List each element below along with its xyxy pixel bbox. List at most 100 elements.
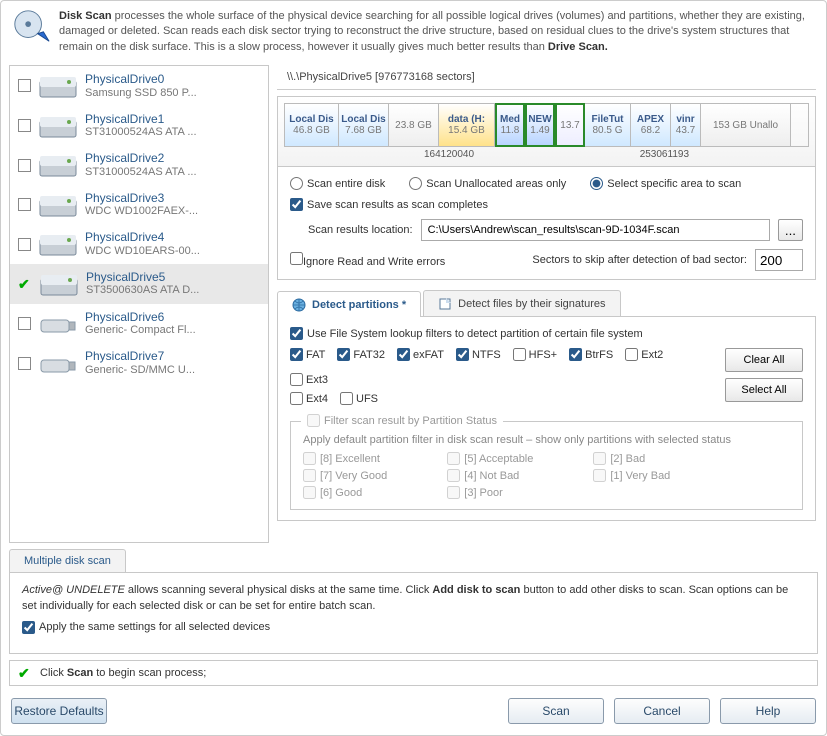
status-option[interactable]: [7] Very Good: [303, 469, 387, 482]
radio-entire-disk[interactable]: Scan entire disk: [290, 177, 385, 190]
select-all-button[interactable]: Select All: [725, 378, 803, 402]
tick-start: 164120040: [424, 149, 474, 160]
apply-same-settings-checkbox[interactable]: Apply the same settings for all selected…: [22, 620, 270, 635]
tab-multiple-disk-scan[interactable]: Multiple disk scan: [9, 549, 126, 572]
status-option[interactable]: [2] Bad: [593, 452, 670, 465]
drive-name: PhysicalDrive3: [85, 191, 198, 205]
drive-model: WDC WD10EARS-00...: [85, 245, 200, 258]
drive-model: Generic- SD/MMC U...: [85, 364, 195, 377]
header-description: Disk Scan processes the whole surface of…: [1, 1, 826, 63]
hard-drive-icon: [39, 231, 77, 257]
fs-fat32-checkbox[interactable]: FAT32: [337, 348, 385, 361]
drive-item-2[interactable]: PhysicalDrive2ST31000524AS ATA ...: [10, 145, 268, 185]
status-filter-hint: Apply default partition filter in disk s…: [303, 434, 790, 446]
browse-button[interactable]: ...: [778, 219, 803, 241]
restore-defaults-button[interactable]: Restore Defaults: [11, 698, 107, 724]
partition-cell[interactable]: 13.7: [555, 103, 585, 147]
drive-item-4[interactable]: PhysicalDrive4WDC WD10EARS-00...: [10, 224, 268, 264]
scan-location-input[interactable]: [421, 219, 770, 241]
partition-cell[interactable]: Local Dis46.8 GB: [285, 104, 339, 146]
drive-name: PhysicalDrive0: [85, 72, 197, 86]
multiple-disk-scan-body: Active@ UNDELETE allows scanning several…: [9, 572, 818, 654]
status-option[interactable]: [5] Acceptable: [447, 452, 533, 465]
fs-ext2-checkbox[interactable]: Ext2: [625, 348, 663, 361]
cancel-button[interactable]: Cancel: [614, 698, 710, 724]
drive-checkbox[interactable]: [18, 79, 31, 92]
disk-scan-icon: [11, 7, 51, 47]
partition-cell[interactable]: Local Dis7.68 GB: [339, 104, 389, 146]
partition-cell[interactable]: data (H:15.4 GB: [439, 104, 495, 146]
drive-model: Samsung SSD 850 P...: [85, 87, 197, 100]
drive-path: \\.\PhysicalDrive5 [976773168 sectors]: [277, 65, 816, 90]
partition-cell[interactable]: 23.8 GB: [389, 104, 439, 146]
status-option[interactable]: [4] Not Bad: [447, 469, 533, 482]
fs-ext3-checkbox[interactable]: Ext3: [290, 373, 328, 386]
ignore-errors-checkbox[interactable]: Ignore Read and Write errors: [290, 252, 445, 268]
drive-name: PhysicalDrive5: [86, 270, 199, 284]
drive-item-3[interactable]: PhysicalDrive3WDC WD1002FAEX-...: [10, 185, 268, 225]
fs-ext4-checkbox[interactable]: Ext4: [290, 392, 328, 405]
scan-mode-row: Scan entire disk Scan Unallocated areas …: [290, 177, 803, 190]
skip-sectors-input[interactable]: [755, 249, 803, 271]
tab-detect-partitions[interactable]: Detect partitions *: [277, 291, 421, 317]
drive-model: ST3500630AS ATA D...: [86, 284, 199, 297]
partition-cell[interactable]: APEX68.2: [631, 104, 671, 146]
usb-drive-icon: [39, 350, 77, 376]
fs-ufs-checkbox[interactable]: UFS: [340, 392, 378, 405]
drive-model: Generic- Compact Fl...: [85, 324, 196, 337]
drive-name: PhysicalDrive7: [85, 349, 195, 363]
fs-fat-checkbox[interactable]: FAT: [290, 348, 325, 361]
status-option[interactable]: [8] Excellent: [303, 452, 387, 465]
hard-drive-icon: [40, 271, 78, 297]
status-option[interactable]: [1] Very Bad: [593, 469, 670, 482]
status-option[interactable]: [6] Good: [303, 486, 387, 499]
drive-item-1[interactable]: PhysicalDrive1ST31000524AS ATA ...: [10, 106, 268, 146]
help-button[interactable]: Help: [720, 698, 816, 724]
clear-all-button[interactable]: Clear All: [725, 348, 803, 372]
drive-checkbox[interactable]: [18, 119, 31, 132]
scan-location-label: Scan results location:: [308, 224, 413, 236]
check-icon: [18, 666, 32, 680]
drive-item-7[interactable]: PhysicalDrive7Generic- SD/MMC U...: [10, 343, 268, 383]
partition-cell[interactable]: FileTut80.5 G: [585, 104, 631, 146]
drive-item-6[interactable]: PhysicalDrive6Generic- Compact Fl...: [10, 304, 268, 344]
drive-item-5[interactable]: PhysicalDrive5ST3500630AS ATA D...: [10, 264, 268, 304]
drive-list[interactable]: PhysicalDrive0Samsung SSD 850 P...Physic…: [9, 65, 269, 543]
status-filter-checkbox[interactable]: [307, 414, 320, 427]
drive-checkbox[interactable]: [18, 198, 31, 211]
status-option[interactable]: [3] Poor: [447, 486, 533, 499]
partition-cell[interactable]: vinr43.7: [671, 104, 701, 146]
drive-name: PhysicalDrive2: [85, 151, 197, 165]
hard-drive-icon: [39, 152, 77, 178]
drive-name: PhysicalDrive4: [85, 230, 200, 244]
fs-hfs+-checkbox[interactable]: HFS+: [513, 348, 557, 361]
partition-map[interactable]: Local Dis46.8 GBLocal Dis7.68 GB23.8 GBd…: [277, 96, 816, 167]
scan-button[interactable]: Scan: [508, 698, 604, 724]
fs-btrfs-checkbox[interactable]: BtrFS: [569, 348, 613, 361]
usb-drive-icon: [39, 310, 77, 336]
partition-cell[interactable]: NEW1.49: [525, 103, 555, 147]
partition-cell[interactable]: 153 GB Unallo: [701, 104, 791, 146]
hard-drive-icon: [39, 73, 77, 99]
fs-ntfs-checkbox[interactable]: NTFS: [456, 348, 501, 361]
partition-cell[interactable]: Med11.8: [495, 103, 525, 147]
drive-name: PhysicalDrive6: [85, 310, 196, 324]
drive-item-0[interactable]: PhysicalDrive0Samsung SSD 850 P...: [10, 66, 268, 106]
drive-checkbox[interactable]: [18, 317, 31, 330]
use-fs-filters-checkbox[interactable]: Use File System lookup filters to detect…: [290, 327, 643, 340]
hard-drive-icon: [39, 113, 77, 139]
drive-checkbox[interactable]: [18, 357, 31, 370]
drive-checkbox[interactable]: [18, 238, 31, 251]
radio-specific-area[interactable]: Select specific area to scan: [590, 177, 741, 190]
save-results-checkbox[interactable]: Save scan results as scan completes: [290, 198, 488, 211]
skip-sectors-label: Sectors to skip after detection of bad s…: [532, 254, 747, 266]
drive-name: PhysicalDrive1: [85, 112, 197, 126]
tab-detect-signatures[interactable]: Detect files by their signatures: [423, 290, 620, 316]
fs-exfat-checkbox[interactable]: exFAT: [397, 348, 444, 361]
drive-checkbox[interactable]: [18, 159, 31, 172]
radio-unallocated[interactable]: Scan Unallocated areas only: [409, 177, 566, 190]
drive-model: ST31000524AS ATA ...: [85, 166, 197, 179]
partition-status-filter: Filter scan result by Partition Status A…: [290, 421, 803, 510]
hard-drive-icon: [39, 192, 77, 218]
drive-model: WDC WD1002FAEX-...: [85, 205, 198, 218]
